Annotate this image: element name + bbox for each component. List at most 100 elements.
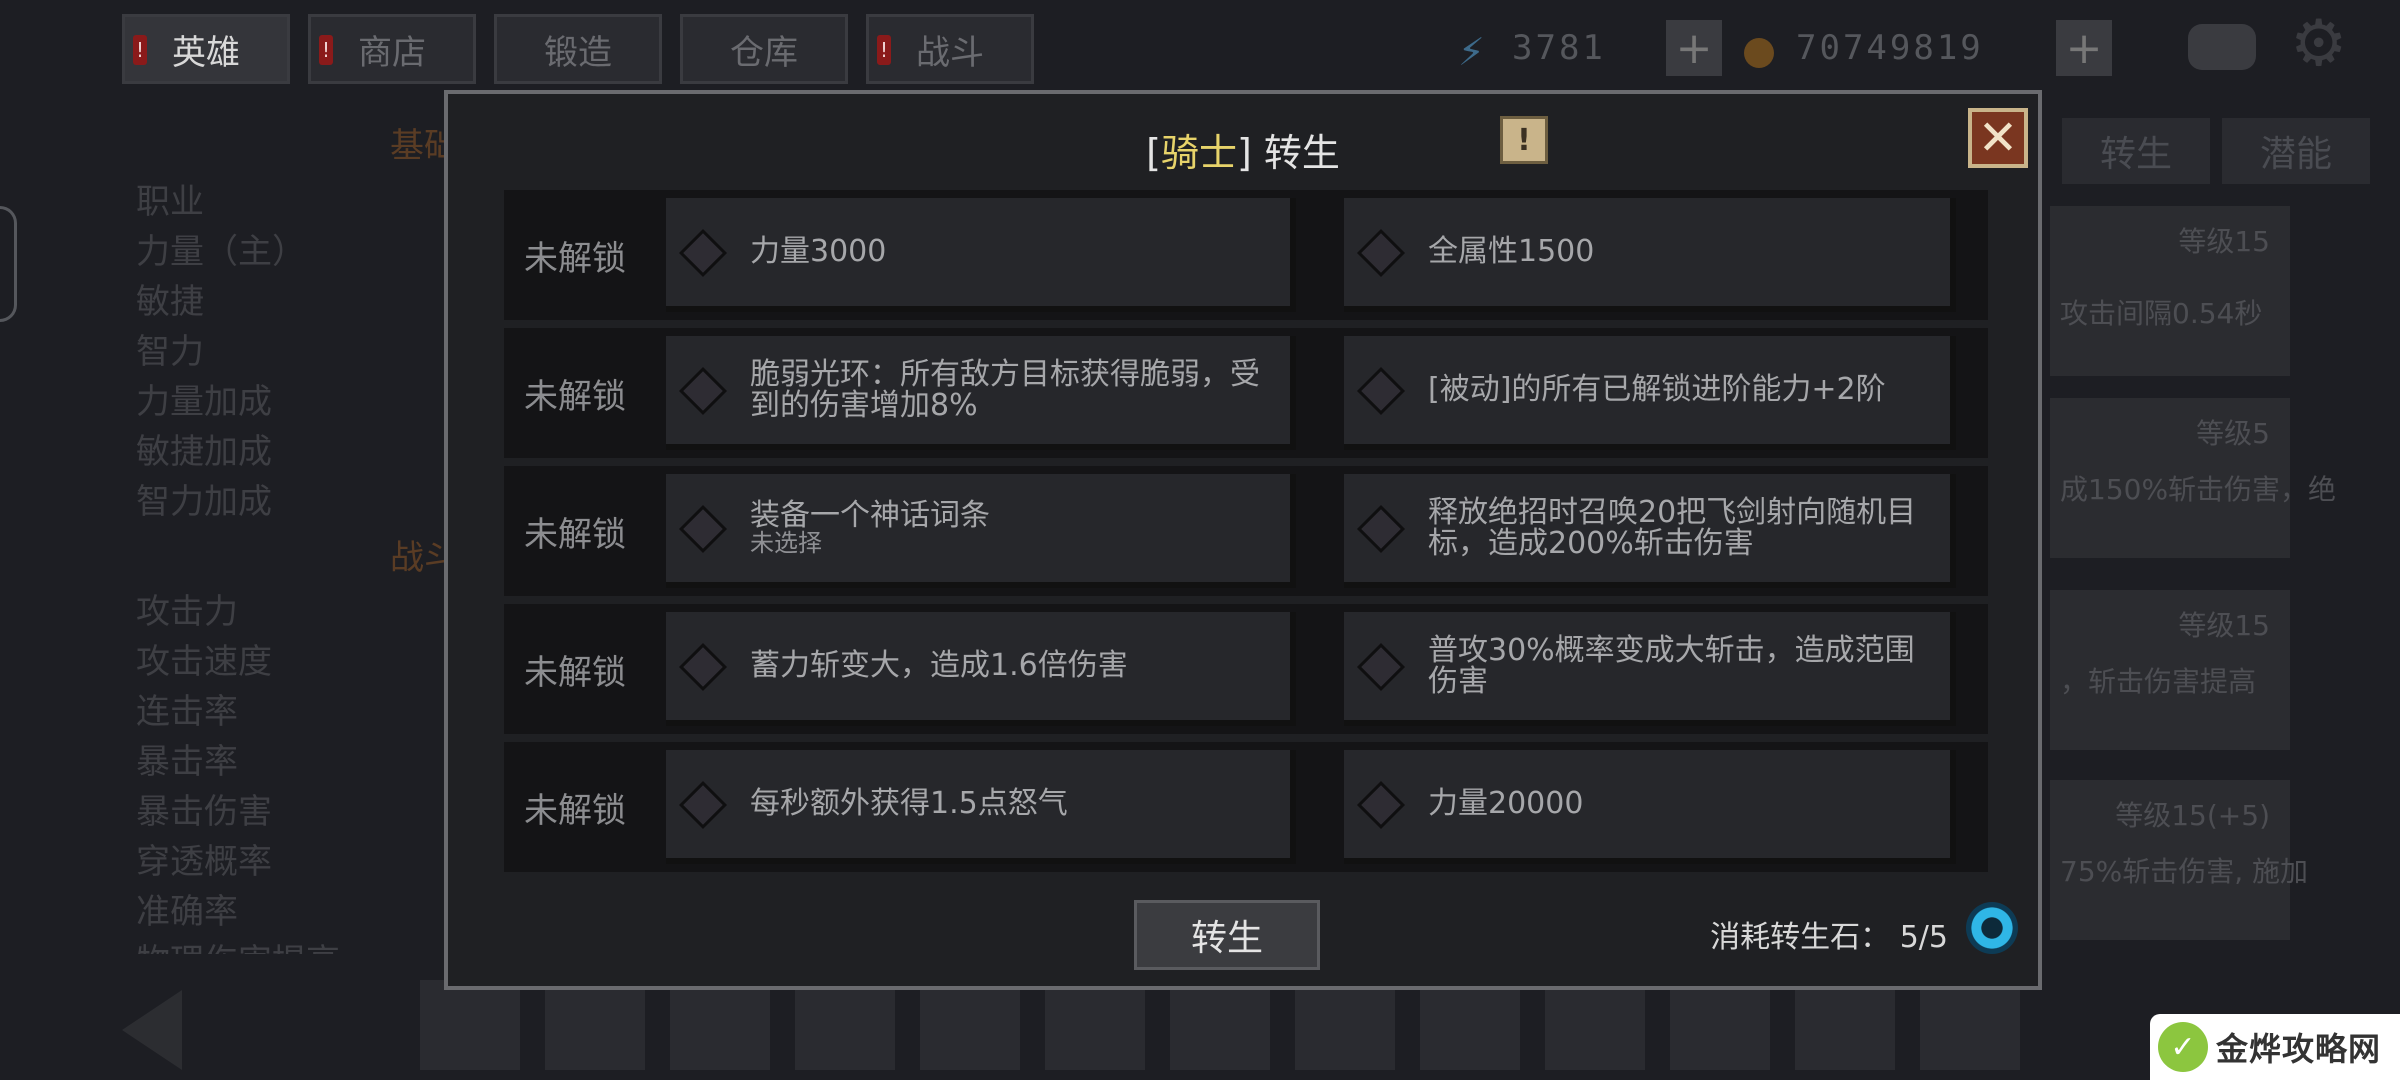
card-level: 等级15(+5) [2115, 799, 2270, 832]
title-bracket: [ [1146, 131, 1161, 175]
tab-label: 锻造 [544, 32, 612, 73]
hero-portrait[interactable] [420, 980, 520, 1070]
bg-stat-label: 暴击伤害 [136, 792, 272, 832]
perk-text: 每秒额外获得1.5点怒气 [750, 786, 1068, 822]
hero-portrait[interactable] [1545, 980, 1645, 1070]
energy-icon: ⚡ [1458, 30, 1485, 74]
perk-option-right[interactable]: 普攻30%概率变成大斩击，造成范围伤害 [1344, 612, 1956, 726]
side-drawer-handle[interactable] [0, 206, 17, 322]
rebirth-modal: [骑士] 转生 ! ✕ 未解锁 力量3000 全属性1500 未解锁 脆弱光环：… [444, 90, 2042, 990]
perk-text: 蓄力斩变大，造成1.6倍伤害 [750, 648, 1128, 684]
rebirth-stone-icon [1966, 902, 2018, 954]
rebirth-button[interactable]: 转生 [1134, 900, 1320, 970]
tab-battle[interactable]: ! 战斗 [866, 14, 1034, 84]
diamond-slot-icon [678, 228, 728, 278]
hero-portrait[interactable] [920, 980, 1020, 1070]
perk-text: 力量3000 [750, 234, 887, 270]
hero-portrait[interactable] [545, 980, 645, 1070]
diamond-slot-icon [1356, 228, 1406, 278]
card-text: 成150%斩击伤害，绝 [2060, 473, 2337, 506]
bg-stat-label: 智力加成 [136, 482, 272, 522]
perk-option-right[interactable]: 全属性1500 [1344, 198, 1956, 312]
gold-value: 70749819 [1796, 28, 1984, 68]
bg-stat-label: 攻击速度 [136, 642, 272, 682]
lock-status: 未解锁 [524, 238, 626, 279]
perk-option-left[interactable]: 每秒额外获得1.5点怒气 [666, 750, 1296, 864]
hero-portrait[interactable] [1670, 980, 1770, 1070]
lock-status: 未解锁 [524, 790, 626, 831]
cost-label: 消耗转生石： [1710, 920, 1891, 955]
tab-hero[interactable]: ! 英雄 [122, 14, 290, 84]
lock-status: 未解锁 [524, 652, 626, 693]
rebirth-cost: 消耗转生石： 5/5 [1710, 912, 1948, 956]
diamond-slot-icon [1356, 504, 1406, 554]
perk-text: 释放绝招时召唤20把飞剑射向随机目标，造成200%斩击伤害 [1428, 494, 1917, 561]
add-energy-button[interactable]: + [1666, 20, 1722, 76]
hero-portrait[interactable] [795, 980, 895, 1070]
skill-card-bg: 等级15(+5) 75%斩击伤害, 施加 [2050, 780, 2308, 940]
perk-text: 力量20000 [1428, 786, 1584, 822]
bg-stat-label: 力量（主） [136, 232, 306, 272]
tab-warehouse[interactable]: 仓库 [680, 14, 848, 84]
perk-text: 装备一个神话词条 [750, 497, 990, 533]
help-icon[interactable]: ! [1500, 116, 1548, 164]
tab-potential-bg[interactable]: 潜能 [2222, 118, 2370, 184]
perk-subtext: 未选择 [750, 529, 822, 558]
perk-option-left[interactable]: 蓄力斩变大，造成1.6倍伤害 [666, 612, 1296, 726]
hero-portrait[interactable] [1170, 980, 1270, 1070]
perk-text: 脆弱光环：所有敌方目标获得脆弱，受到的伤害增加8% [750, 356, 1260, 423]
hero-portrait[interactable] [1045, 980, 1145, 1070]
alert-icon: ! [877, 35, 891, 65]
bg-stat-label: 准确率 [136, 892, 238, 932]
cost-value: 5/5 [1899, 920, 1948, 955]
hero-portrait[interactable] [1795, 980, 1895, 1070]
settings-gear-icon[interactable]: ⚙ [2290, 12, 2347, 76]
tab-forge[interactable]: 锻造 [494, 14, 662, 84]
tab-shop[interactable]: ! 商店 [308, 14, 476, 84]
perk-option-right[interactable]: 释放绝招时召唤20把飞剑射向随机目标，造成200%斩击伤害 [1344, 474, 1956, 588]
skill-card-bg: 等级5 成150%斩击伤害，绝 [2050, 398, 2336, 558]
perk-option-left[interactable]: 脆弱光环：所有敌方目标获得脆弱，受到的伤害增加8% [666, 336, 1296, 450]
bg-stat-label: 职业 [136, 182, 204, 222]
gold-coin-icon [1744, 38, 1774, 68]
card-text: 攻击间隔0.54秒 [2060, 297, 2263, 330]
bg-stat-label: 力量加成 [136, 382, 272, 422]
bg-stat-label: 智力 [136, 332, 204, 372]
lock-status: 未解锁 [524, 514, 626, 555]
perk-text: [被动]的所有已解锁进阶能力+2阶 [1428, 372, 1886, 408]
scroll-left-arrow-icon[interactable] [122, 990, 182, 1070]
skill-card-bg: 等级15 攻击间隔0.54秒 [2050, 206, 2290, 376]
bg-stat-label: 敏捷 [136, 282, 204, 322]
perk-option-right[interactable]: 力量20000 [1344, 750, 1956, 864]
rebirth-tier-row: 未解锁 脆弱光环：所有敌方目标获得脆弱，受到的伤害增加8% [被动]的所有已解锁… [504, 328, 1988, 458]
card-level: 等级5 [2196, 417, 2270, 450]
tab-rebirth-bg[interactable]: 转生 [2062, 118, 2210, 184]
perk-option-right[interactable]: [被动]的所有已解锁进阶能力+2阶 [1344, 336, 1956, 450]
diamond-slot-icon [1356, 642, 1406, 692]
bg-stat-label: 攻击力 [136, 592, 238, 632]
bg-stat-label: 敏捷加成 [136, 432, 272, 472]
hero-portrait[interactable] [1420, 980, 1520, 1070]
diamond-slot-icon [678, 366, 728, 416]
watermark-text: 金烨攻略网 [2216, 1030, 2382, 1068]
rebirth-tier-row: 未解锁 力量3000 全属性1500 [504, 190, 1988, 320]
bg-stat-label: 连击率 [136, 692, 238, 732]
gamepad-icon[interactable] [2188, 24, 2256, 70]
watermark-logo: ✓ 金烨攻略网 [2150, 1014, 2400, 1080]
diamond-slot-icon [678, 780, 728, 830]
close-icon: ✕ [1977, 110, 2019, 166]
hero-portrait[interactable] [670, 980, 770, 1070]
diamond-slot-icon [678, 504, 728, 554]
hero-portrait[interactable] [1920, 980, 2020, 1070]
hero-portrait[interactable] [1295, 980, 1395, 1070]
class-name: 骑士 [1160, 131, 1237, 175]
watermark-leaf-icon: ✓ [2158, 1022, 2208, 1072]
close-button[interactable]: ✕ [1968, 108, 2028, 168]
perk-option-left[interactable]: 装备一个神话词条 未选择 [666, 474, 1296, 588]
add-gold-button[interactable]: + [2056, 20, 2112, 76]
energy-value: 3781 [1512, 28, 1606, 68]
perk-option-left[interactable]: 力量3000 [666, 198, 1296, 312]
skill-card-bg: 等级15 ，斩击伤害提高 [2050, 590, 2290, 750]
card-text: 75%斩击伤害, 施加 [2060, 855, 2309, 888]
rebirth-tier-row: 未解锁 每秒额外获得1.5点怒气 力量20000 [504, 742, 1988, 872]
